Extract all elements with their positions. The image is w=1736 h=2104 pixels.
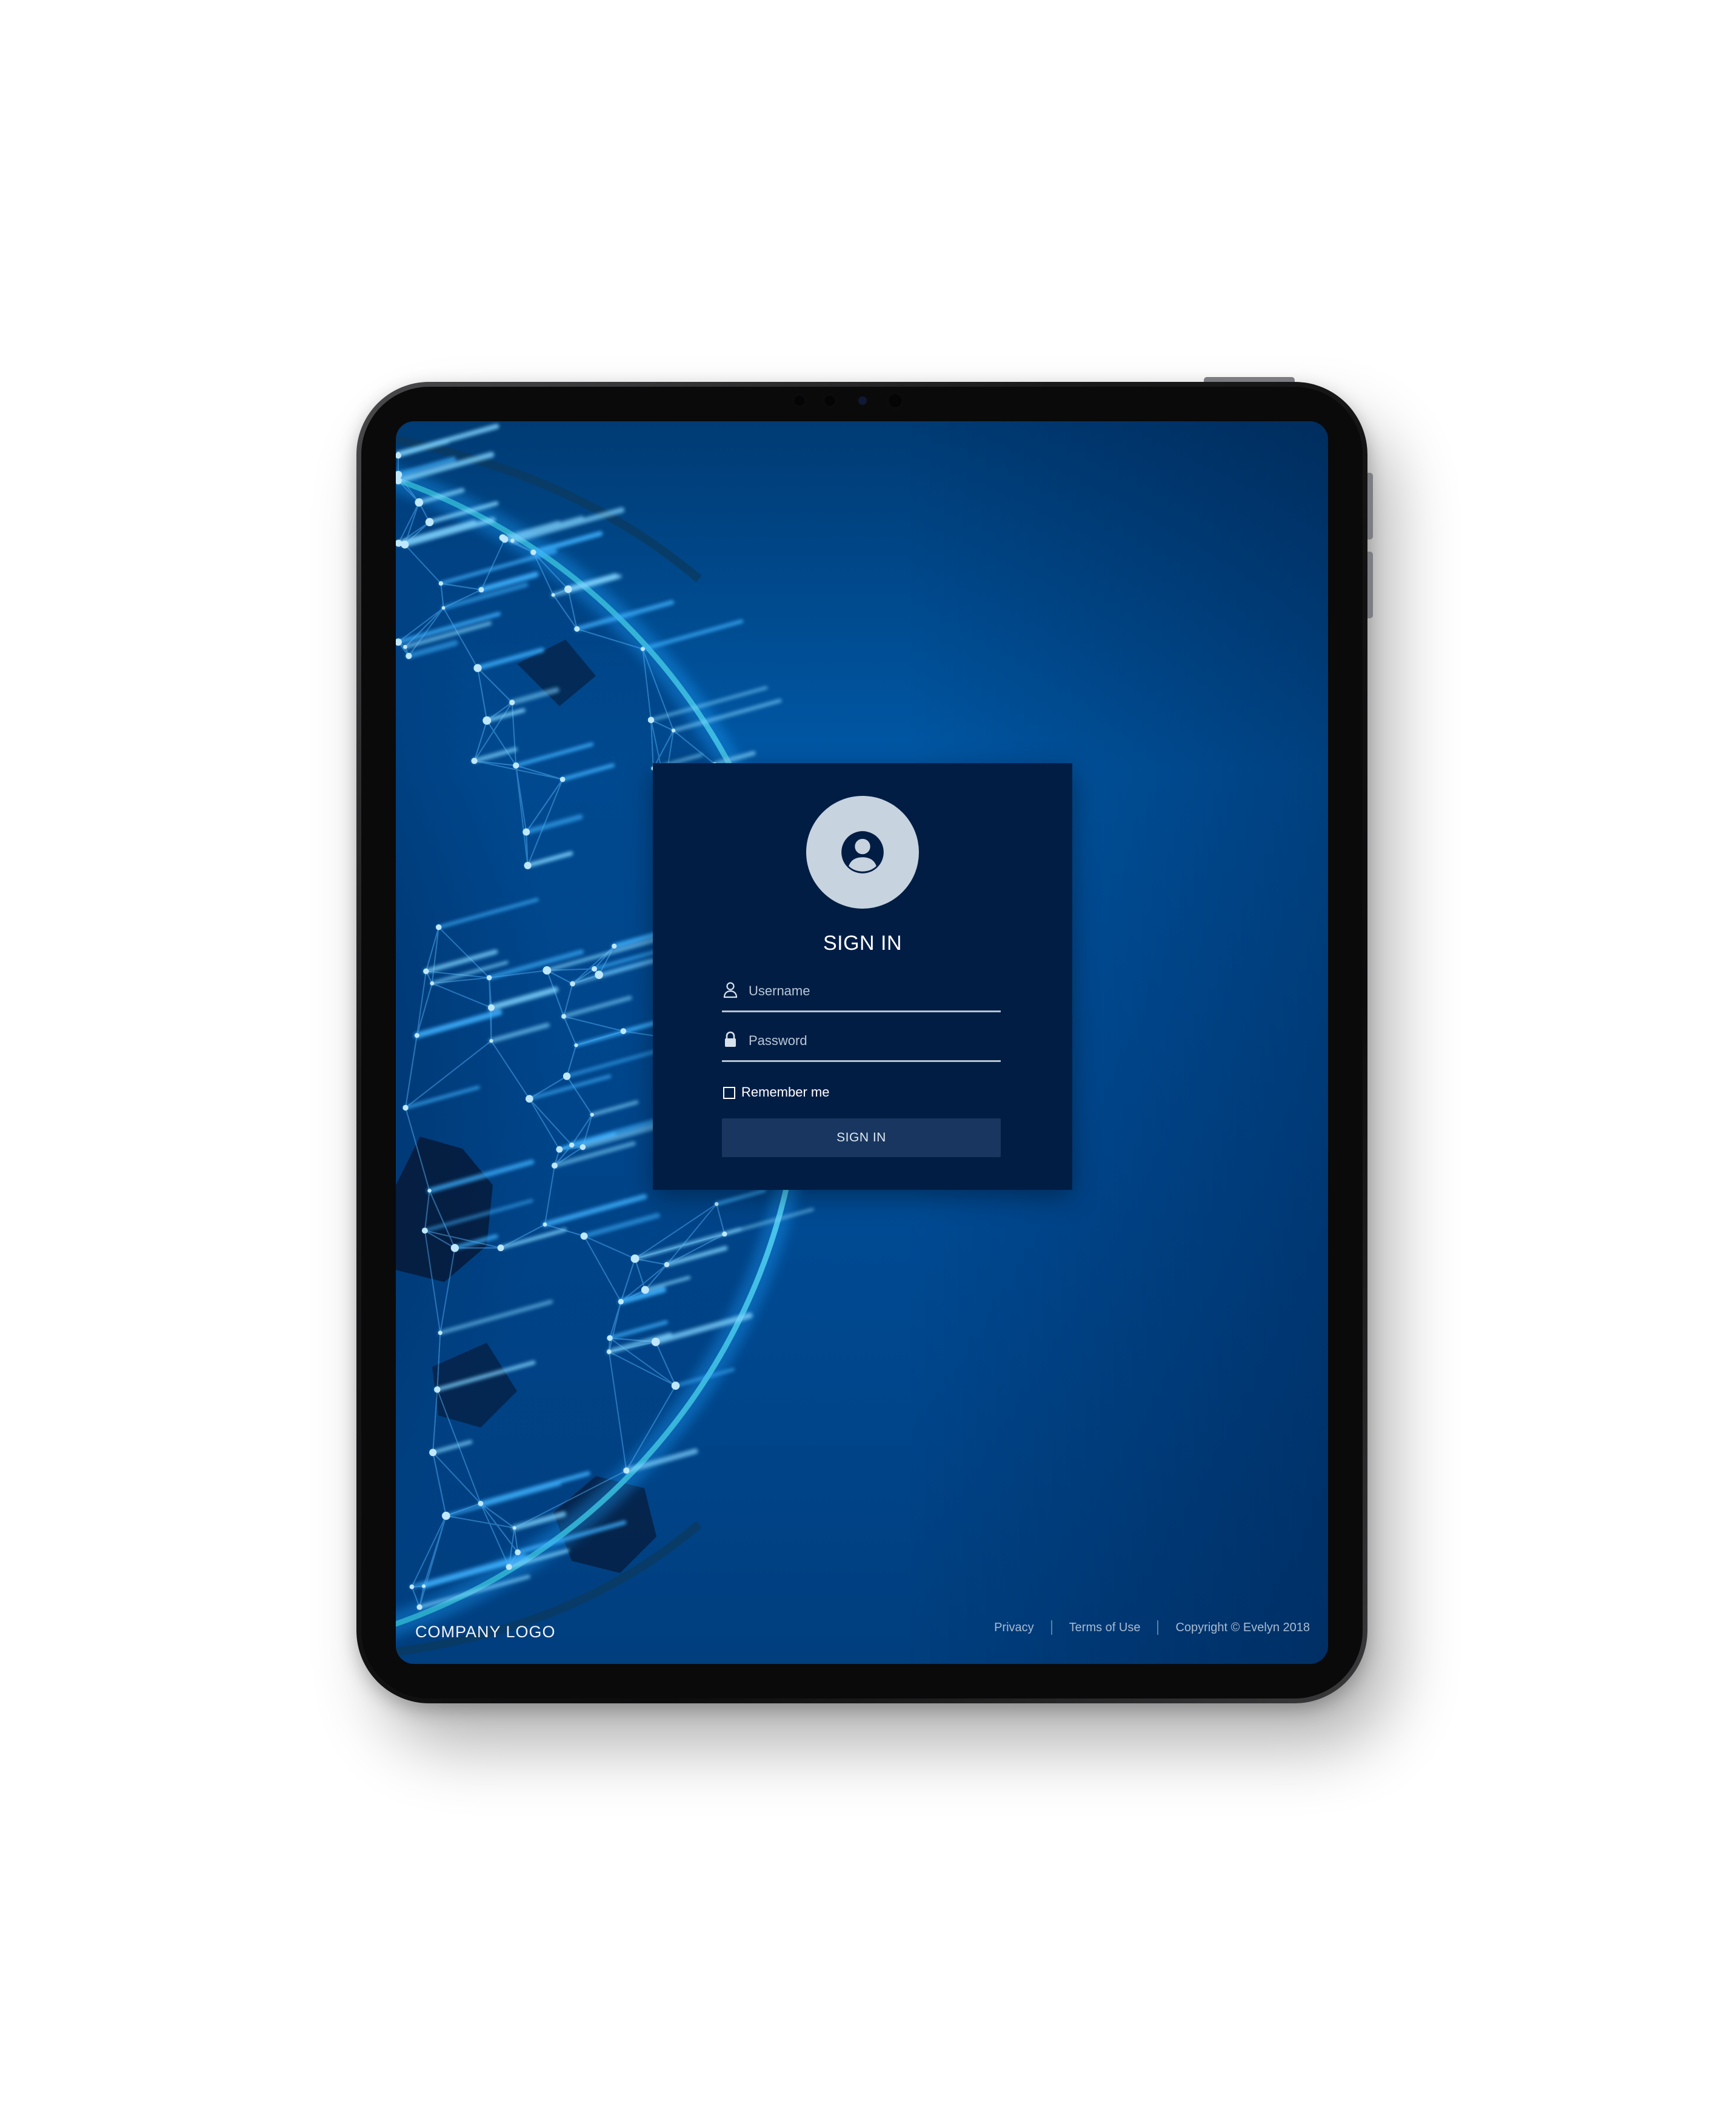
- volume-up-button: [1367, 473, 1373, 539]
- sign-in-title: SIGN IN: [823, 932, 903, 955]
- footer-divider: [1157, 1620, 1159, 1635]
- user-icon: [723, 982, 738, 998]
- footer-divider: [1050, 1620, 1052, 1635]
- tablet-device: SIGN IN Remember me SIGN IN: [356, 377, 1373, 1703]
- login-card: SIGN IN Remember me SIGN IN: [653, 763, 1072, 1190]
- sensor-dot: [823, 394, 836, 407]
- terms-link[interactable]: Terms of Use: [1069, 1621, 1141, 1635]
- username-input[interactable]: [749, 979, 997, 1003]
- remember-me-label: Remember me: [741, 1084, 830, 1100]
- footer-links: Privacy Terms of Use Copyright © Evelyn …: [994, 1620, 1310, 1635]
- front-camera-icon: [858, 396, 867, 405]
- volume-down-button: [1367, 552, 1373, 618]
- password-input[interactable]: [749, 1029, 997, 1053]
- remember-me-checkbox[interactable]: [723, 1087, 735, 1099]
- lock-icon: [725, 1031, 736, 1047]
- copyright-text: Copyright © Evelyn 2018: [1175, 1620, 1310, 1634]
- sign-in-button[interactable]: SIGN IN: [722, 1118, 1001, 1157]
- login-screen: SIGN IN Remember me SIGN IN: [396, 421, 1328, 1664]
- sensor-dot: [793, 394, 806, 407]
- avatar: [806, 796, 919, 909]
- power-button: [1204, 377, 1295, 382]
- username-field[interactable]: [722, 978, 1001, 1012]
- company-logo: COMPANY LOGO: [415, 1623, 556, 1641]
- password-field[interactable]: [722, 1027, 1001, 1062]
- sensor-dot: [887, 393, 903, 409]
- privacy-link[interactable]: Privacy: [994, 1621, 1034, 1635]
- user-circle-icon: [841, 831, 884, 873]
